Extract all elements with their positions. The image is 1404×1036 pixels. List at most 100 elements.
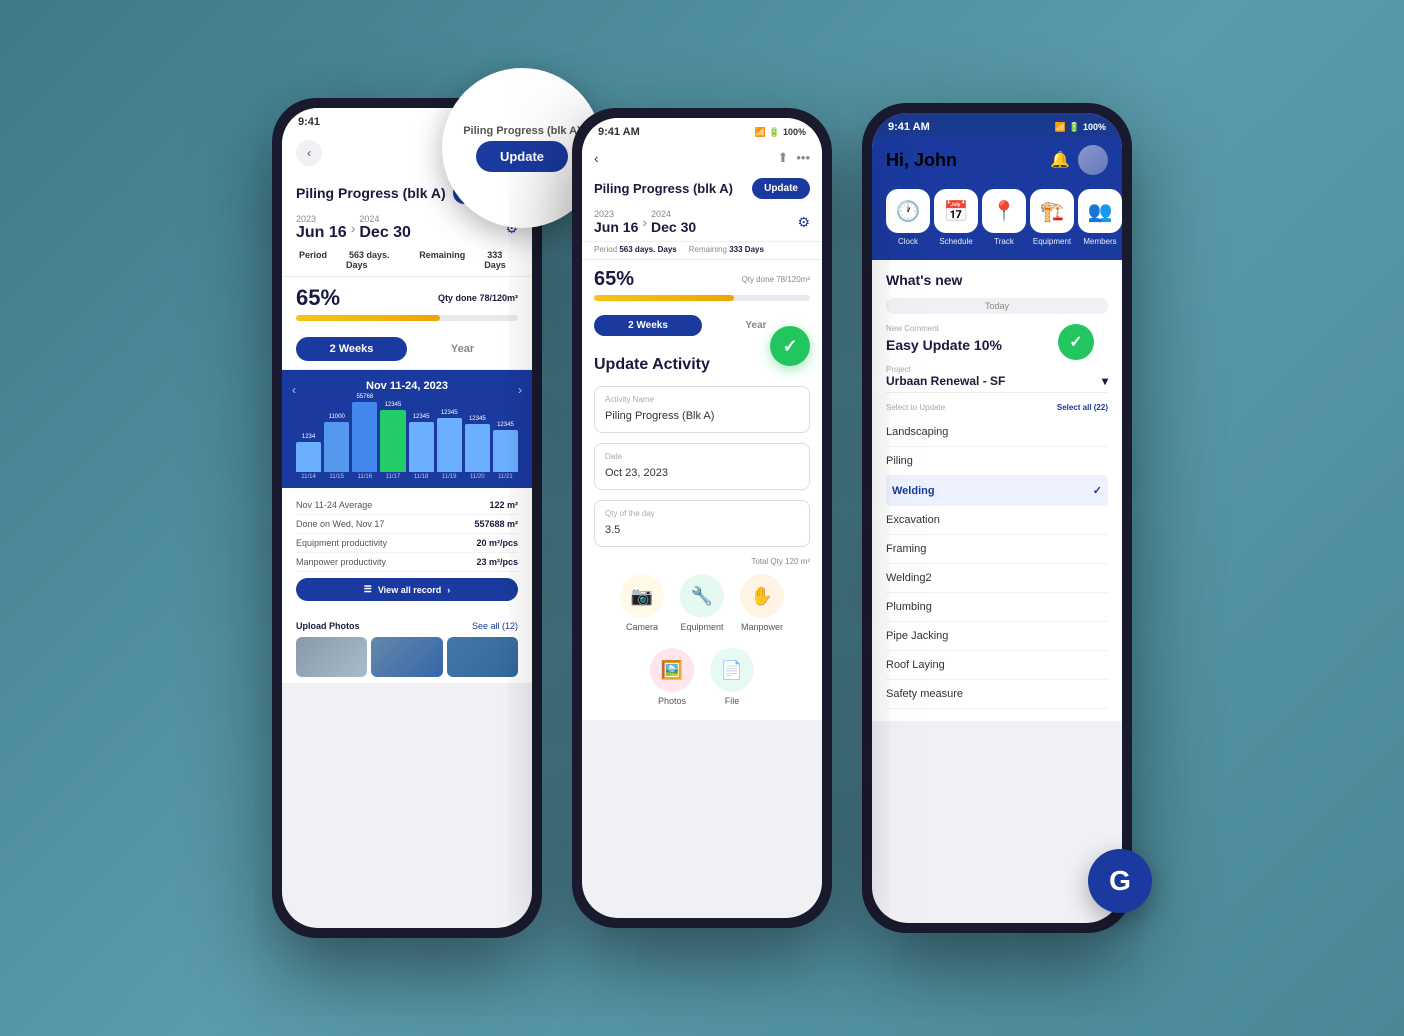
- phone-3: 9:41 AM 📶 🔋 100% Hi, John 🔔: [862, 103, 1132, 933]
- list-item-framing[interactable]: Framing: [886, 535, 1108, 564]
- phone3-track-label: Track: [994, 237, 1014, 246]
- phone1-date-arrow: ›: [351, 220, 356, 236]
- list-item-safety[interactable]: Safety measure: [886, 680, 1108, 709]
- phone2-photos-button[interactable]: 🖼️ Photos: [650, 648, 694, 706]
- equipment-icon-3: 🏗️: [1030, 189, 1074, 233]
- phone2-manpower-button[interactable]: ✋ Manpower: [740, 574, 784, 632]
- phone3-section-title: What's new: [886, 272, 1108, 288]
- phone3-icon-track[interactable]: 📍 Track: [982, 189, 1026, 246]
- phone2-progress-fill: [594, 295, 734, 301]
- phone2-period: Period 563 days. Days Remaining 333 Days: [582, 242, 822, 260]
- photos-icon: 🖼️: [650, 648, 694, 692]
- phone2-green-check[interactable]: ✓: [770, 326, 810, 366]
- stat-row-2: Done on Wed, Nov 17 557688 m²: [296, 515, 518, 534]
- phone3-green-check[interactable]: ✓: [1058, 324, 1094, 360]
- bar-7: 12345 11/20: [465, 416, 490, 480]
- phone2-back-button[interactable]: ‹: [594, 150, 599, 166]
- phone1-chart-title: Nov 11-24, 2023: [366, 380, 448, 392]
- phone2-qty-field[interactable]: Qty of the day 3.5: [594, 500, 810, 547]
- list-item-welding[interactable]: Welding ✓: [886, 476, 1108, 506]
- camera-icon: 📷: [620, 574, 664, 618]
- phone2-header: ‹ ⬆ •••: [582, 142, 822, 174]
- list-item-roof-laying[interactable]: Roof Laying: [886, 651, 1108, 680]
- phone2-title-row: Piling Progress (blk A) Update: [582, 174, 822, 207]
- phone1-remaining-label: Remaining: [419, 250, 465, 270]
- phone1-year-start: 2023: [296, 214, 347, 224]
- file-icon: 📄: [710, 648, 754, 692]
- magnify-update-button[interactable]: Update: [476, 141, 568, 172]
- phone2-date-label: Date: [605, 452, 799, 461]
- list-item-welding2[interactable]: Welding2: [886, 564, 1108, 593]
- list-item-plumbing[interactable]: Plumbing: [886, 593, 1108, 622]
- phone2-header-actions: ⬆ •••: [777, 150, 810, 166]
- phone1-back-button[interactable]: ‹: [296, 140, 322, 166]
- phone3-avatar: [1078, 145, 1108, 175]
- phone1-progress-fill: [296, 315, 440, 321]
- welding-check-icon: ✓: [1093, 484, 1102, 497]
- list-item-piling[interactable]: Piling: [886, 447, 1108, 476]
- phone1-chart-section: ‹ Nov 11-24, 2023 › 1234 11/14 11000 11/…: [282, 370, 532, 488]
- phone2-activity-name-field[interactable]: Activity Name Piling Progress (Blk A): [594, 386, 810, 433]
- phone2-share-icon[interactable]: ⬆: [777, 150, 788, 166]
- phone1-chart-next[interactable]: ›: [518, 383, 522, 397]
- phone2-percent: 65%: [594, 268, 634, 291]
- phone1-tab-2weeks[interactable]: 2 Weeks: [296, 337, 407, 361]
- list-item-excavation[interactable]: Excavation: [886, 506, 1108, 535]
- phone3-bell-icon[interactable]: 🔔: [1050, 150, 1070, 170]
- schedule-icon: 📅: [934, 189, 978, 233]
- phone3-select-row: Select to Update Select all (22): [886, 403, 1108, 412]
- phone1-time: 9:41: [298, 116, 320, 128]
- phone1-date-end: Dec 30: [359, 224, 411, 242]
- phone2-update-panel: ✓ Update Activity Activity Name Piling P…: [582, 342, 822, 720]
- phone1-view-all-button[interactable]: ☰ View all record ›: [296, 578, 518, 601]
- phone2-filter-icon[interactable]: ⚙: [797, 214, 810, 231]
- phone3-select-all[interactable]: Select all (22): [1057, 403, 1108, 412]
- photo-thumb-1: [296, 637, 367, 677]
- track-icon: 📍: [982, 189, 1026, 233]
- phone1-tab-year[interactable]: Year: [407, 337, 518, 361]
- phone3-icon-schedule[interactable]: 📅 Schedule: [934, 189, 978, 246]
- phone2-update-button[interactable]: Update: [752, 178, 810, 199]
- phone2-year-start: 2023: [594, 209, 638, 219]
- phone3-clock-label: Clock: [898, 237, 918, 246]
- phone2-file-button[interactable]: 📄 File: [710, 648, 754, 706]
- grammarly-button[interactable]: G: [1088, 849, 1152, 913]
- phone2-title: Piling Progress (blk A): [594, 181, 733, 196]
- phone2-more-icon[interactable]: •••: [796, 150, 810, 166]
- phone3-equipment-label: Equipment: [1033, 237, 1071, 246]
- bar-1: 1234 11/14: [296, 434, 321, 480]
- phone3-select-label: Select to Update: [886, 403, 945, 412]
- phone1-chart-prev[interactable]: ‹: [292, 383, 296, 397]
- phone3-icon-equipment[interactable]: 🏗️ Equipment: [1030, 189, 1074, 246]
- phone3-project-label: Project: [886, 365, 1108, 374]
- bar-6: 12345 11/19: [437, 410, 462, 480]
- photo-thumb-2: [371, 637, 442, 677]
- phone2-date-arrow: ›: [642, 214, 647, 230]
- bar-2: 11000 11/15: [324, 414, 349, 480]
- phone3-header: Hi, John 🔔: [872, 137, 1122, 183]
- phone2-media-buttons: 📷 Camera 🔧 Equipment ✋ Manpower 🖼️ Photo…: [594, 574, 810, 706]
- phone3-icon-clock[interactable]: 🕐 Clock: [886, 189, 930, 246]
- phone2-equipment-button[interactable]: 🔧 Equipment: [680, 574, 724, 632]
- phone2-status-bar: 9:41 AM 📶 🔋 100%: [582, 118, 822, 142]
- phone2-date-end: Dec 30: [651, 219, 696, 235]
- phone3-members-label: Members: [1083, 237, 1116, 246]
- phone2-camera-button[interactable]: 📷 Camera: [620, 574, 664, 632]
- phone2-time: 9:41 AM: [598, 126, 640, 138]
- phone1-date-start: Jun 16: [296, 224, 347, 242]
- phone1-year-end: 2024: [359, 214, 411, 224]
- phone3-icons-row: 🕐 Clock 📅 Schedule 📍 Track 🏗️ Equipment …: [872, 183, 1122, 260]
- phone3-schedule-label: Schedule: [939, 237, 972, 246]
- list-item-landscaping[interactable]: Landscaping: [886, 418, 1108, 447]
- phone2-qty: Qty done 78/120m²: [742, 275, 811, 284]
- phone3-dropdown-arrow[interactable]: ▾: [1102, 374, 1108, 388]
- phone2-progress-bar: [594, 295, 810, 301]
- phone2-date-field[interactable]: Date Oct 23, 2023: [594, 443, 810, 490]
- list-item-pipe-jacking[interactable]: Pipe Jacking: [886, 622, 1108, 651]
- photo-thumb-3: [447, 637, 518, 677]
- phone2-tab-2weeks[interactable]: 2 Weeks: [594, 315, 702, 336]
- phone1-title: Piling Progress (blk A): [296, 185, 446, 201]
- phone1-see-all[interactable]: See all (12): [472, 621, 518, 631]
- phone3-time: 9:41 AM: [888, 121, 930, 133]
- phone3-icon-members[interactable]: 👥 Members: [1078, 189, 1122, 246]
